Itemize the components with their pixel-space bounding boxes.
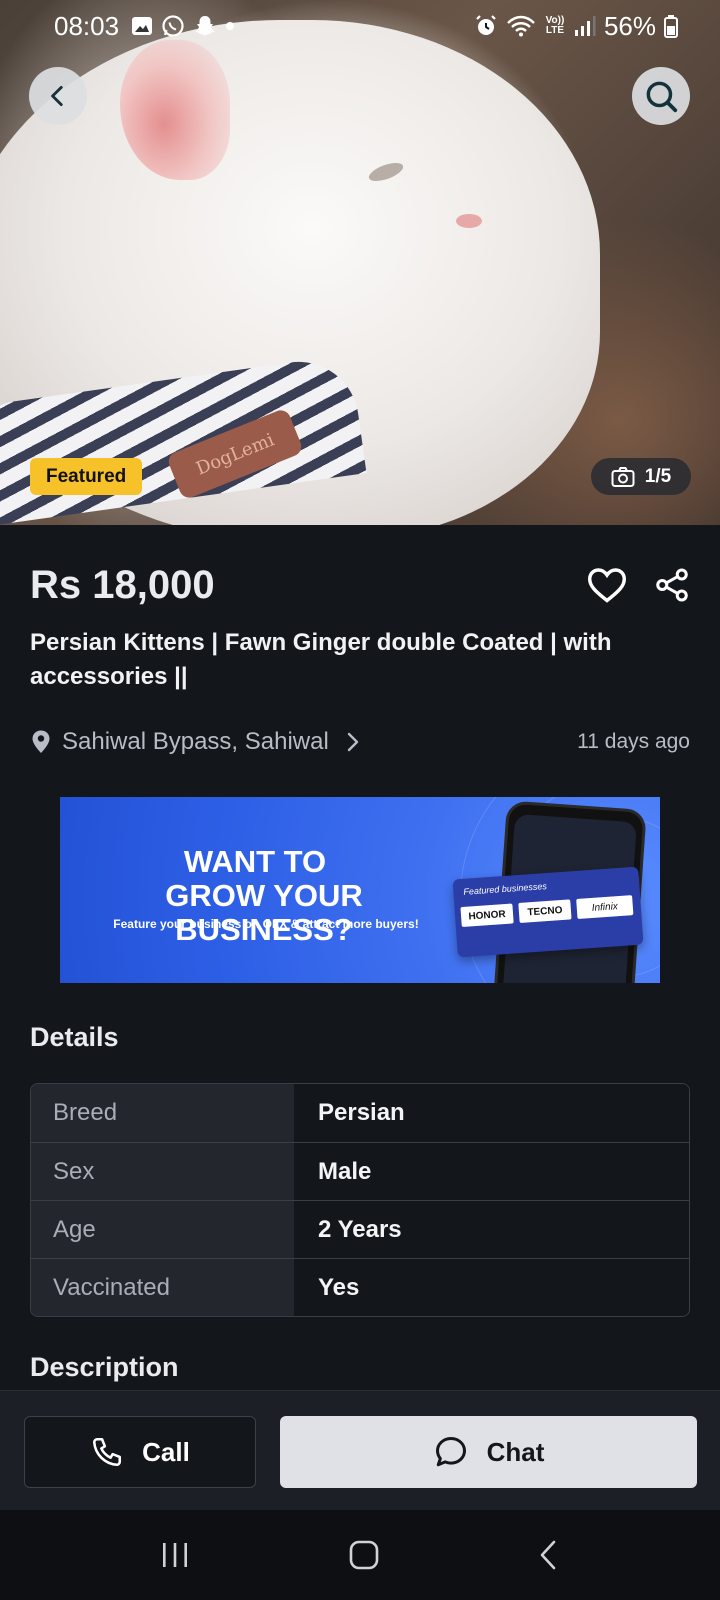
wifi-icon [507, 15, 535, 37]
banner-subtitle: Feature your business on OLX & attract m… [113, 917, 419, 931]
chevron-left-icon [51, 85, 63, 107]
status-bar: 08:03 Vo)) LTE 56% [0, 0, 720, 52]
system-navigation-bar [0, 1510, 720, 1600]
location-text: Sahiwal Bypass, Sahiwal [62, 728, 329, 755]
details-table: Breed Persian Sex Male Age 2 Years Vacci… [30, 1083, 690, 1317]
bottom-action-bar: Call Chat [0, 1390, 720, 1510]
banner-headline-2: GROW YOUR BUSINESS? [165, 878, 363, 947]
location-pin-icon [32, 730, 50, 753]
photo-counter[interactable]: 1/5 [591, 458, 691, 495]
details-row: Breed Persian [31, 1084, 689, 1142]
snapchat-notification-icon [195, 16, 216, 36]
promo-banner[interactable]: WANT TO GROW YOUR BUSINESS? Feature your… [60, 797, 660, 983]
price-row: Rs 18,000 [30, 555, 690, 615]
system-status-icons: Vo)) LTE 56% [474, 11, 678, 42]
photo-counter-text: 1/5 [644, 465, 672, 487]
gallery-notification-icon [132, 17, 153, 35]
chat-button[interactable]: Chat [280, 1416, 697, 1488]
brand-chip: HONOR [460, 903, 514, 928]
featured-brands-card: Featured businesses HONOR TECNO Infinix [452, 866, 644, 958]
details-value: Yes [294, 1259, 689, 1316]
alarm-icon [476, 15, 496, 35]
banner-headline-1: WANT TO [183, 844, 327, 879]
phone-icon [93, 1437, 122, 1467]
details-heading: Details [30, 1022, 119, 1052]
signal-icon [574, 16, 596, 36]
featured-badge: Featured [30, 458, 143, 495]
details-value: Persian [294, 1084, 689, 1142]
details-key: Age [31, 1201, 294, 1258]
camera-icon [611, 466, 635, 487]
recent-apps-icon[interactable] [159, 1540, 191, 1570]
dot-icon [226, 22, 235, 30]
brand-card-title: Featured businesses [463, 881, 548, 897]
listing-actions [586, 566, 690, 604]
chat-label: Chat [486, 1436, 545, 1467]
details-row: Sex Male [31, 1142, 689, 1200]
posted-time: 11 days ago [577, 730, 690, 753]
notification-icons [131, 14, 235, 38]
listing-photo[interactable]: DogLemi Featured 1/5 [0, 0, 720, 525]
battery-icon [664, 15, 678, 38]
location-row[interactable]: Sahiwal Bypass, Sahiwal 11 days ago [30, 722, 690, 762]
listing-price: Rs 18,000 [30, 562, 215, 607]
brand-chip: Infinix [576, 895, 634, 919]
call-button[interactable]: Call [24, 1416, 256, 1488]
chat-bubble-icon [435, 1437, 466, 1467]
details-value: Male [294, 1143, 689, 1200]
whatsapp-notification-icon [162, 15, 184, 37]
details-row: Vaccinated Yes [31, 1258, 689, 1316]
lte-indicator: Vo)) LTE [545, 15, 565, 36]
back-button[interactable] [29, 67, 87, 125]
featured-badge-label: Featured [46, 465, 127, 487]
details-key: Vaccinated [31, 1259, 294, 1316]
heart-icon[interactable] [586, 566, 628, 604]
back-nav-icon[interactable] [537, 1539, 561, 1571]
search-button[interactable] [632, 67, 690, 125]
brand-chip: TECNO [518, 899, 572, 924]
status-time: 08:03 [54, 10, 120, 41]
details-key: Sex [31, 1143, 294, 1200]
details-key: Breed [31, 1084, 294, 1142]
battery-percent: 56% [603, 10, 656, 41]
home-icon[interactable] [348, 1539, 380, 1571]
share-icon[interactable] [654, 567, 690, 603]
listing-title: Persian Kittens | Fawn Ginger double Coa… [30, 629, 612, 690]
details-value: 2 Years [294, 1201, 689, 1258]
details-row: Age 2 Years [31, 1200, 689, 1258]
chevron-right-icon [347, 732, 359, 752]
search-icon [646, 81, 678, 113]
description-heading: Description [30, 1352, 179, 1382]
cat-photo-nose [456, 214, 482, 228]
call-label: Call [142, 1436, 190, 1467]
